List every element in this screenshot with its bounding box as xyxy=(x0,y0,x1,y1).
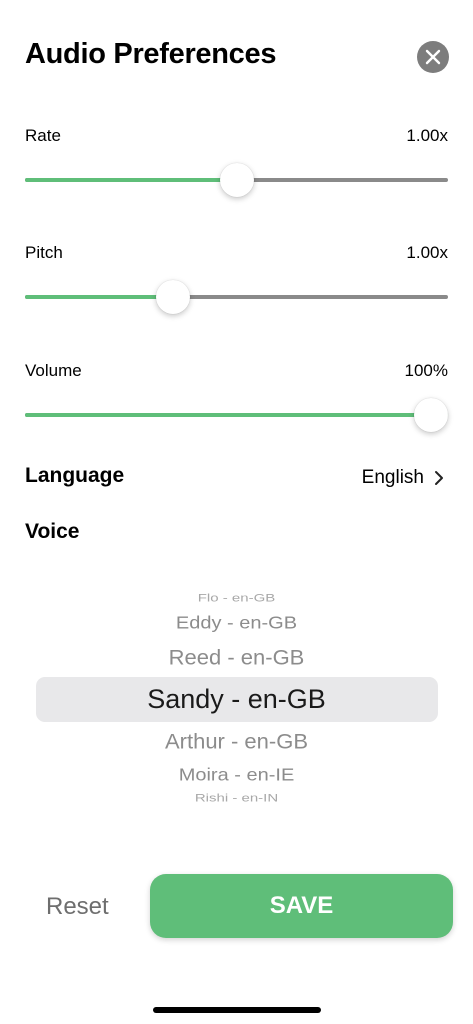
voice-option[interactable]: Rishi - en-IN xyxy=(0,792,473,804)
language-row[interactable]: Language English xyxy=(25,464,448,492)
volume-slider[interactable] xyxy=(25,398,448,432)
chevron-right-icon xyxy=(435,471,443,485)
pitch-label: Pitch xyxy=(25,243,63,262)
volume-slider-thumb[interactable] xyxy=(414,398,448,432)
rate-value: 1.00x xyxy=(406,126,448,145)
rate-slider-row: Rate 1.00x xyxy=(25,126,448,197)
language-value: English xyxy=(361,467,424,488)
rate-label: Rate xyxy=(25,126,61,145)
rate-slider-thumb[interactable] xyxy=(219,163,254,197)
voice-option[interactable]: Moira - en-IE xyxy=(0,765,473,785)
pitch-slider-fill xyxy=(25,295,174,299)
close-icon xyxy=(425,49,441,65)
voice-option[interactable]: Flo - en-GB xyxy=(0,592,473,604)
volume-value: 100% xyxy=(404,361,448,380)
home-indicator xyxy=(153,1007,321,1013)
page-title: Audio Preferences xyxy=(25,38,277,70)
save-button[interactable]: SAVE xyxy=(150,874,453,938)
voice-option[interactable]: Arthur - en-GB xyxy=(0,730,473,755)
rate-slider-fill xyxy=(25,178,237,182)
volume-label: Volume xyxy=(25,361,82,380)
audio-preferences-sheet: Audio Preferences Rate 1.00x Pitch 1.00x… xyxy=(0,0,473,1024)
voice-option[interactable]: Eddy - en-GB xyxy=(0,613,473,633)
reset-button[interactable]: Reset xyxy=(46,893,109,921)
pitch-value: 1.00x xyxy=(406,243,448,262)
pitch-slider-row: Pitch 1.00x xyxy=(25,243,448,314)
rate-slider[interactable] xyxy=(25,163,448,197)
voice-label: Voice xyxy=(25,520,80,543)
close-button[interactable] xyxy=(417,41,449,73)
pitch-slider-thumb[interactable] xyxy=(156,280,191,314)
pitch-slider[interactable] xyxy=(25,280,448,314)
voice-picker[interactable]: Flo - en-GB Eddy - en-GB Reed - en-GB Sa… xyxy=(0,578,473,818)
voice-option-selected[interactable]: Sandy - en-GB xyxy=(0,684,473,715)
volume-slider-row: Volume 100% xyxy=(25,361,448,432)
volume-slider-fill xyxy=(25,413,448,417)
voice-option[interactable]: Reed - en-GB xyxy=(0,646,473,671)
language-label: Language xyxy=(25,464,125,487)
